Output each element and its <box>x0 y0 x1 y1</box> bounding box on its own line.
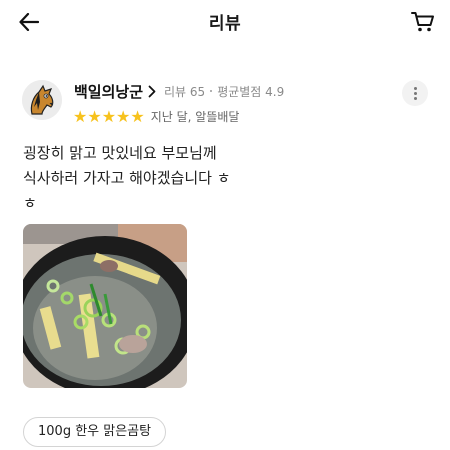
review-photo[interactable] <box>23 224 187 388</box>
review-date-delivery: 지난 달, 알뜰배달 <box>150 110 240 124</box>
chevron-right-icon[interactable] <box>148 85 156 98</box>
star-icon: ★ <box>116 106 131 126</box>
avatar[interactable] <box>22 80 62 120</box>
soup-photo <box>23 224 187 388</box>
author-name[interactable]: 백일의낭군 <box>74 81 143 102</box>
page-title: 리뷰 <box>208 14 242 34</box>
author-row: 백일의낭군 리뷰 65 평균별점 4.9 <box>74 80 284 102</box>
star-icon: ★ <box>87 106 102 126</box>
cart-icon <box>411 12 434 32</box>
review-count: 리뷰 65 <box>164 84 206 99</box>
top-bar: 리뷰 <box>0 0 450 44</box>
review-text: 굉장히 맑고 맛있네요 부모님께 식사하러 가자고 해야겠습니다 ㅎ ㅎ <box>23 144 231 212</box>
star-icon: ★ <box>73 106 88 126</box>
star-icon: ★ <box>101 106 117 126</box>
star-icon: ★ <box>130 106 145 126</box>
average-rating: 평균별점 4.9 <box>217 84 285 99</box>
separator-dot <box>210 90 213 92</box>
cart-button[interactable] <box>408 7 438 37</box>
more-options-button[interactable] <box>402 80 428 106</box>
horse-avatar-icon <box>22 80 62 120</box>
more-dots-icon <box>413 86 417 90</box>
ordered-menu-tag[interactable]: 100g 한우 맑은곰탕 <box>23 417 167 447</box>
rating-row: ★ ★ ★ ★ ★ 지난 달, 알뜰배달 <box>73 108 239 125</box>
